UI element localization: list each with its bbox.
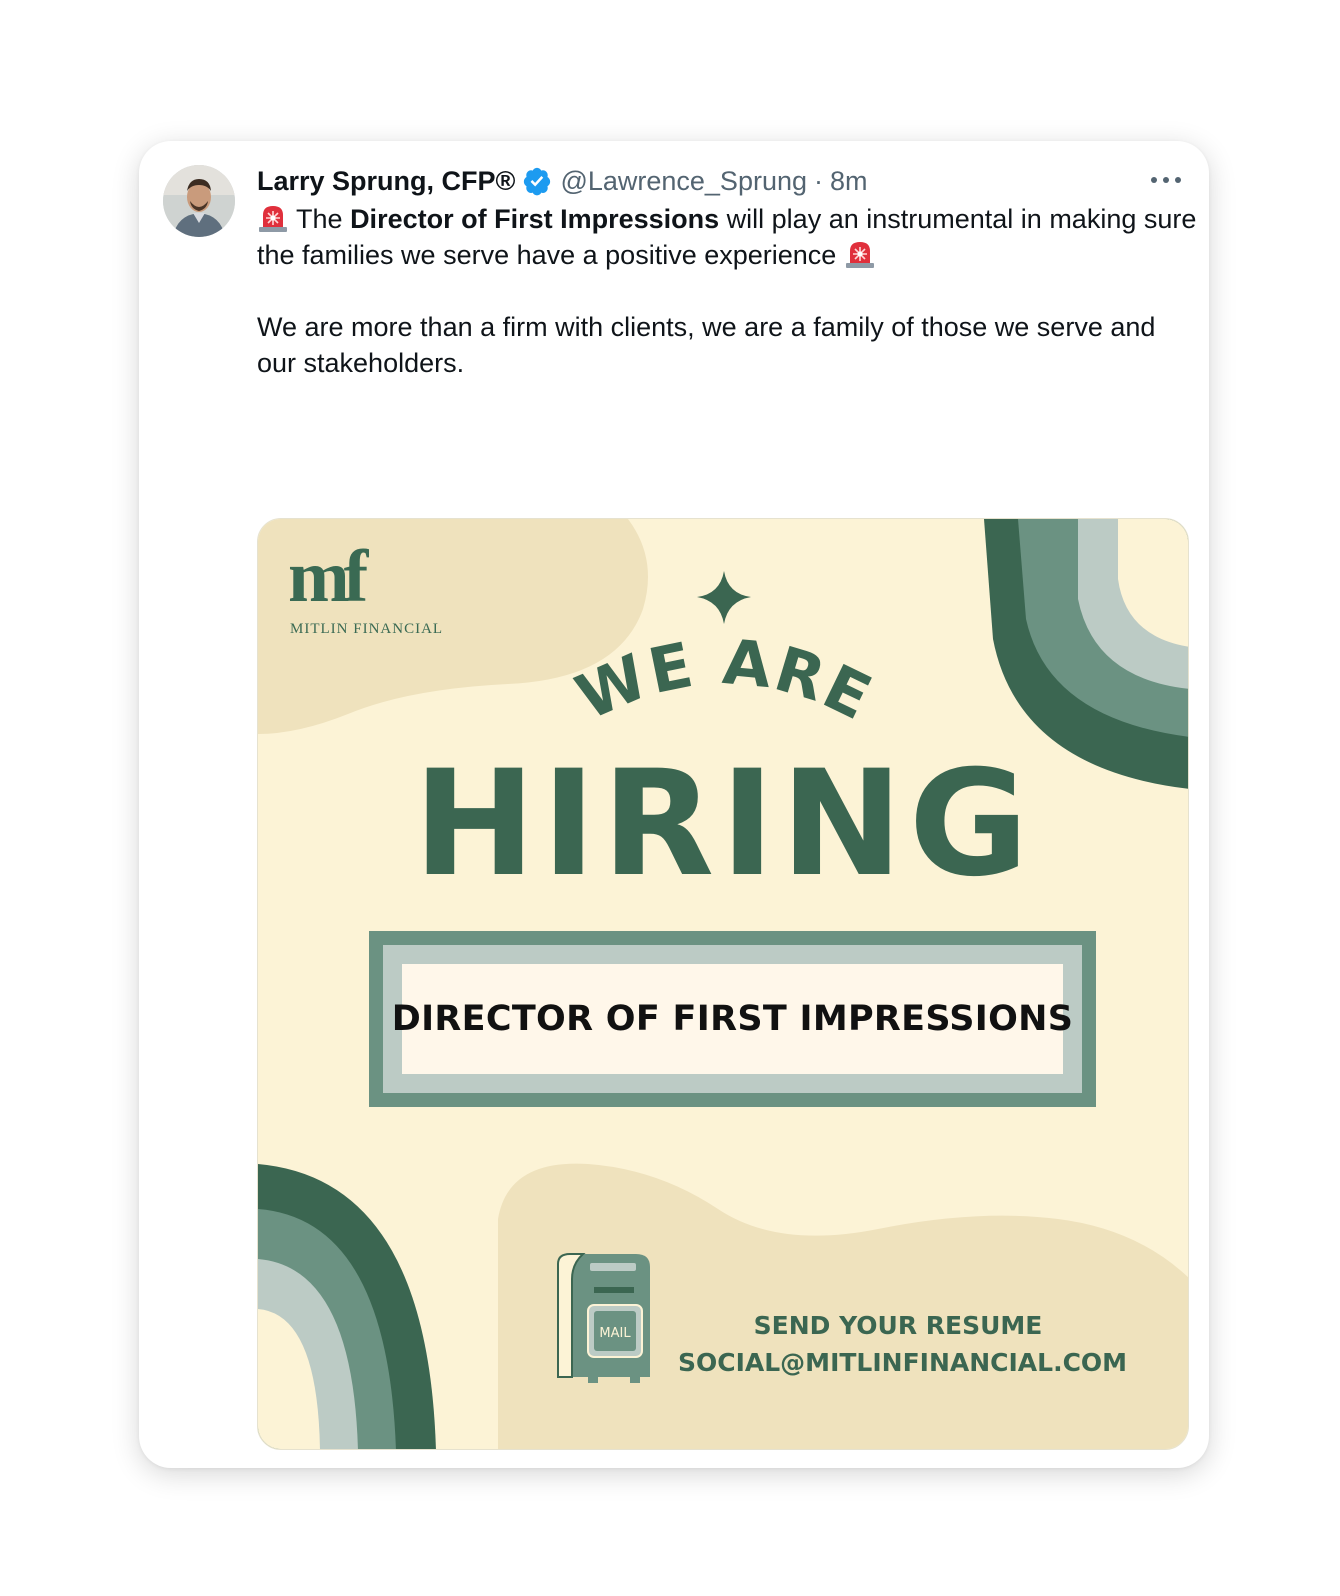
tweet-text-prefix: The (296, 204, 343, 234)
tweet-paragraph: We are more than a firm with clients, we… (257, 312, 1156, 378)
siren-emoji-icon (259, 206, 287, 232)
tweet-image[interactable]: WE ARE MAIL mf MITLIN FINANCIAL HIRING D… (257, 518, 1189, 1450)
tweet-text-bold: Director of First Impressions (350, 204, 720, 234)
headline-hiring: HIRING (413, 739, 1035, 909)
tweet-header: Larry Sprung, CFP® @Lawrence_Sprung · 8m (257, 163, 868, 199)
tweet-card[interactable]: Larry Sprung, CFP® @Lawrence_Sprung · 8m… (139, 141, 1209, 1468)
more-dot (1163, 177, 1169, 183)
separator-dot: · (814, 165, 823, 196)
cta-email: SOCIAL@MITLINFINANCIAL.COM (678, 1348, 1128, 1377)
author-name[interactable]: Larry Sprung, CFP® (257, 166, 515, 197)
siren-emoji-icon (845, 242, 874, 268)
author-handle[interactable]: @Lawrence_Sprung (560, 166, 807, 197)
logo-wordmark: MITLIN FINANCIAL (290, 621, 444, 637)
cta-line-1: SEND YOUR RESUME (753, 1311, 1043, 1340)
avatar[interactable] (163, 165, 235, 237)
more-options-icon[interactable] (1151, 169, 1181, 191)
timestamp[interactable]: 8m (830, 166, 868, 197)
tweet-text: The Director of First Impressions will p… (257, 201, 1197, 381)
logo-mark: mf (288, 536, 368, 618)
mailbox-icon: MAIL (557, 1253, 650, 1383)
verified-badge-icon[interactable] (522, 166, 552, 196)
role-title: DIRECTOR OF FIRST IMPRESSIONS (391, 999, 1074, 1039)
tweet-paragraph: The Director of First Impressions will p… (257, 201, 1197, 273)
mitlin-logo: mf MITLIN FINANCIAL (288, 536, 442, 637)
svg-text:MAIL: MAIL (599, 1326, 631, 1341)
more-dot (1151, 177, 1157, 183)
more-dot (1175, 177, 1181, 183)
role-frame: DIRECTOR OF FIRST IMPRESSIONS (369, 931, 1096, 1107)
resume-cta: SEND YOUR RESUME SOCIAL@MITLINFINANCIAL.… (678, 1307, 1128, 1381)
